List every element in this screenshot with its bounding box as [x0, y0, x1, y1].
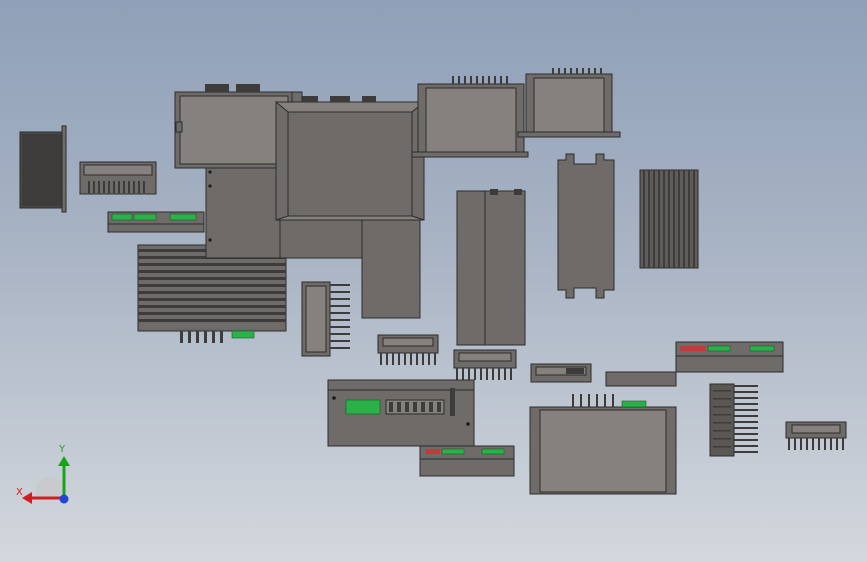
vertical-fin-heatsink[interactable] [639, 169, 699, 269]
side-fin-driver[interactable] [301, 281, 350, 357]
heatsink-block-right[interactable] [709, 383, 758, 457]
small-finned-block-a[interactable] [377, 334, 439, 365]
terminal-panel-driver[interactable] [327, 379, 475, 447]
db-connector-driver[interactable] [174, 84, 294, 169]
large-base-driver[interactable] [529, 394, 677, 495]
connector-top-driver-b[interactable] [517, 68, 621, 138]
comb-fin-module[interactable] [785, 421, 847, 450]
slotted-plate-single[interactable] [557, 153, 615, 299]
z-axis-dot-icon [59, 494, 69, 504]
slotted-plate-pair[interactable] [456, 189, 526, 346]
side-terminal-driver[interactable] [675, 341, 784, 373]
flat-bar-module[interactable] [605, 371, 677, 387]
connector-top-driver-a[interactable] [411, 76, 529, 158]
low-terminal-driver[interactable] [419, 445, 515, 477]
terminal-strip-driver[interactable] [107, 211, 205, 233]
small-finned-block-b[interactable] [453, 349, 517, 380]
black-driver-side[interactable] [19, 125, 67, 213]
tiny-connector-module[interactable] [530, 363, 592, 383]
x-axis-label: X [16, 487, 23, 498]
cad-viewport[interactable]: .b { fill: #6e6b68; stroke: #2d2c2b; str… [0, 0, 867, 562]
coordinate-triad [22, 456, 70, 504]
y-axis-label: Y [59, 444, 66, 455]
large-heatsink-driver[interactable] [137, 244, 287, 343]
finned-small-driver[interactable] [79, 161, 157, 195]
